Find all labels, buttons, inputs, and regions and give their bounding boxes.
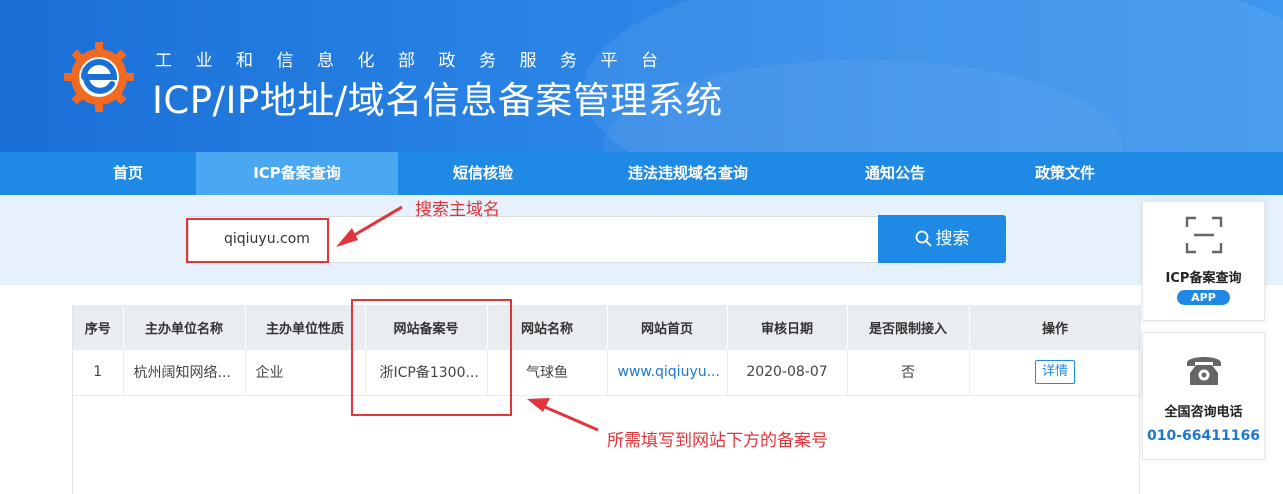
cell-restricted: 否 [847,350,970,396]
cell-review-date: 2020-08-07 [727,350,848,396]
nav-item-sms-verify[interactable]: 短信核验 [398,152,568,195]
cell-homepage: www.qiqiuyu... [607,350,728,396]
table-row: 1 杭州阔知网络... 企业 浙ICP备1300... 气球鱼 www.qiqi… [73,350,1142,396]
scan-qr-icon [1185,216,1222,254]
main-nav: 首页 ICP备案查询 短信核验 违法违规域名查询 通知公告 政策文件 [0,152,1283,195]
icp-query-label: ICP备案查询 [1165,271,1242,286]
nav-item-illegal-domain[interactable]: 违法违规域名查询 [588,152,788,195]
record-hint-annotation: 所需填写到网站下方的备案号 [607,431,828,451]
cell-org-name: 杭州阔知网络... [123,350,246,396]
search-highlight-box [186,218,329,263]
header-title: ICP/IP地址/域名信息备案管理系统 [152,79,723,122]
nav-item-notices[interactable]: 通知公告 [810,152,980,195]
site-header: 工业和信息化部政务服务平台 ICP/IP地址/域名信息备案管理系统 [0,0,1283,152]
hotline-card: 全国咨询电话 010-66411166 [1142,332,1265,460]
nav-item-policy[interactable]: 政策文件 [980,152,1150,195]
results-table-container: 序号 主办单位名称 主办单位性质 网站备案号 网站名称 网站首页 审核日期 是否… [72,305,1142,494]
results-table: 序号 主办单位名称 主办单位性质 网站备案号 网站名称 网站首页 审核日期 是否… [73,305,1142,396]
cell-index: 1 [73,350,124,396]
col-header-review-date: 审核日期 [727,305,848,350]
search-button-label: 搜索 [935,229,970,249]
record-no-highlight-box [351,299,512,416]
telephone-icon [1186,357,1221,385]
search-icon [915,230,931,247]
cell-org-type: 企业 [245,350,366,396]
col-header-org-type: 主办单位性质 [245,305,366,350]
col-header-index: 序号 [73,305,124,350]
search-button[interactable]: 搜索 [878,215,1006,263]
header-subtitle: 工业和信息化部政务服务平台 [155,51,682,71]
nav-item-icp-query[interactable]: ICP备案查询 [196,152,398,195]
miit-logo-icon[interactable] [62,40,136,114]
search-hint-annotation: 搜索主域名 [415,200,500,220]
hotline-number: 010-66411166 [1147,428,1260,444]
col-header-org-name: 主办单位名称 [123,305,246,350]
detail-button[interactable]: 详情 [1034,360,1075,385]
col-header-restricted: 是否限制接入 [847,305,970,350]
homepage-link[interactable]: www.qiqiuyu... [618,364,720,380]
col-header-homepage: 网站首页 [607,305,728,350]
col-header-action: 操作 [969,305,1142,350]
table-header-row: 序号 主办单位名称 主办单位性质 网站备案号 网站名称 网站首页 审核日期 是否… [73,305,1142,350]
icp-app-card[interactable]: ICP备案查询 APP [1142,201,1265,321]
cell-action: 详情 [969,350,1142,396]
app-badge[interactable]: APP [1177,290,1230,305]
hotline-label: 全国咨询电话 [1164,405,1243,420]
